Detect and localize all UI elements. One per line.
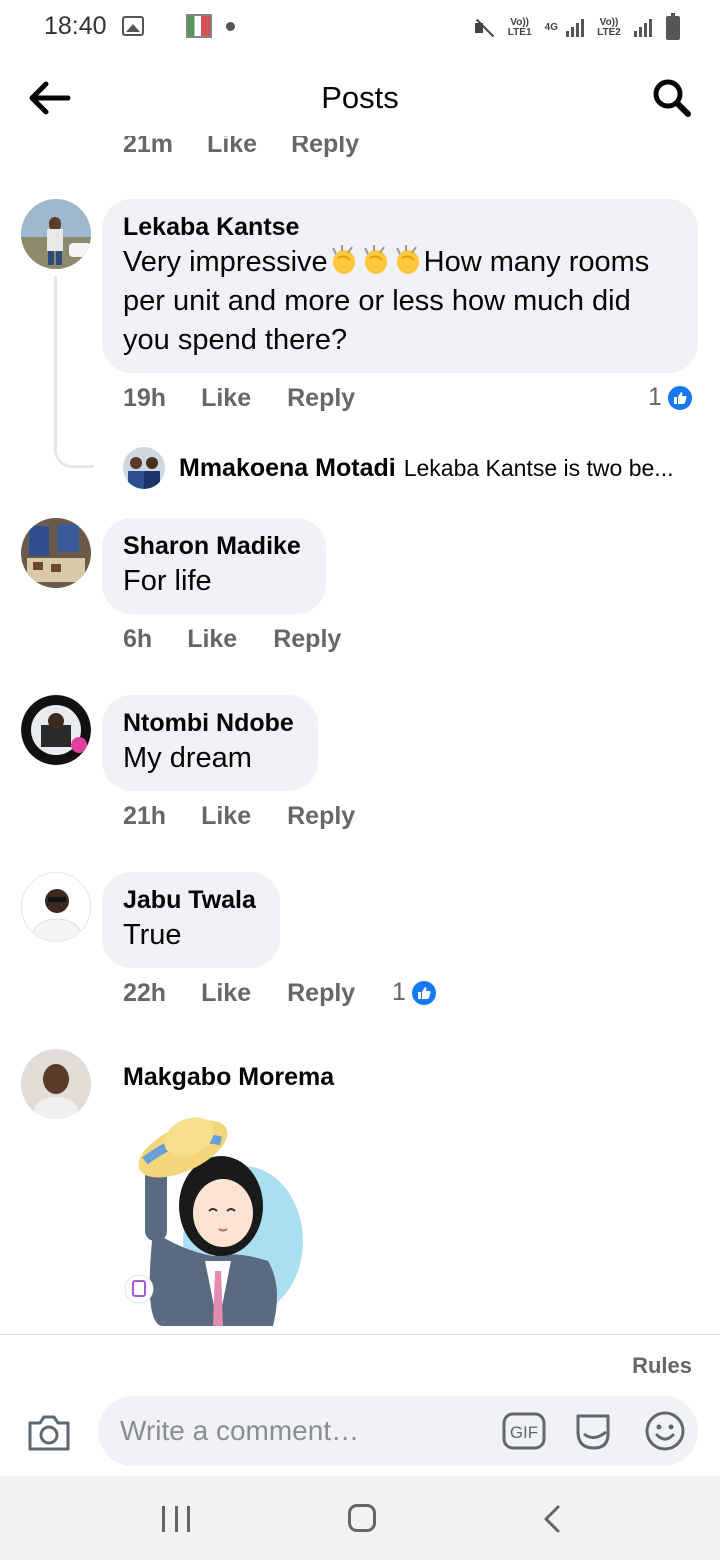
gallery-notification-icon [122,16,144,36]
sticker-icon [576,1414,610,1450]
gif-button[interactable]: GIF [502,1412,546,1450]
comment-author[interactable]: Sharon Madike [123,530,305,562]
comment-author[interactable]: Jabu Twala [123,884,259,916]
home-button[interactable] [348,1504,376,1532]
comment-input[interactable] [120,1396,480,1466]
like-button[interactable]: Like [201,384,251,413]
comment-text: Very impressive How many rooms per unit a… [123,243,677,360]
comment-time[interactable]: 21h [123,802,166,831]
reply-button[interactable]: Reply [291,136,359,159]
gif-label: GIF [510,1423,538,1442]
like-button[interactable]: Like [187,625,237,654]
smiley-icon [645,1411,685,1451]
like-button[interactable]: Like [201,802,251,831]
camera-icon [28,1415,70,1451]
rules-link[interactable]: Rules [632,1353,692,1379]
reply-text: Lekaba Kantse is two be... [403,454,674,481]
status-bar: 18:40 Vo)) LTE1 4G Vo)) LTE2 [0,0,720,56]
reaction-number: 1 [648,383,662,411]
avatar[interactable] [21,199,91,269]
back-nav-button[interactable] [540,1504,564,1534]
clapping-hands-icon [395,245,419,274]
comment-author[interactable]: Ntombi Ndobe [123,707,297,739]
comment-time[interactable]: 6h [123,625,152,654]
clapping-hands-icon [331,245,355,274]
signal-2-icon [634,19,652,37]
avatar[interactable] [21,1049,91,1119]
reply-button[interactable]: Reply [287,384,355,413]
signal-1-icon [566,19,584,37]
avatar[interactable] [21,518,91,588]
thumbs-up-icon [409,978,438,1007]
reply-author: Mmakoena Motadi [179,453,396,482]
reply-thread-line [54,276,94,468]
status-indicators: Vo)) LTE1 4G Vo)) LTE2 [473,13,680,42]
emoji-button[interactable] [644,1410,686,1452]
more-notifications-dot-icon [226,22,235,31]
recent-apps-button[interactable] [162,1506,190,1532]
comment-text: For life [123,565,212,597]
comment-time: 21m [123,136,174,158]
top-app-bar: Posts [0,60,720,136]
network-type-label: 4G [544,22,558,33]
reply-preview[interactable]: Mmakoena Motadi Lekaba Kantse is two be.… [123,447,673,489]
system-navigation-bar [0,1476,720,1560]
sticker-button[interactable] [572,1410,614,1452]
comment-time[interactable]: 19h [123,384,166,413]
search-icon [653,79,691,117]
comment-actions: 19h Like Reply [123,384,355,413]
search-button[interactable] [650,76,694,120]
reaction-count[interactable]: 1 [648,383,694,412]
comment-bubble[interactable]: Jabu Twala True [102,872,280,968]
reaction-number: 1 [392,978,406,1006]
comment-time[interactable]: 22h [123,979,166,1008]
comment-actions: 6h Like Reply [123,625,341,654]
reply-button[interactable]: Reply [273,625,341,654]
like-button[interactable]: Like [207,136,257,159]
avatar [123,447,165,489]
like-button[interactable]: Like [201,979,251,1008]
comment-bubble[interactable]: Ntombi Ndobe My dream [102,695,318,791]
comment-bubble[interactable]: Sharon Madike For life [102,518,326,614]
partial-comment-actions: 21m Like Reply [123,136,359,159]
battery-icon [666,13,680,40]
sticker-image[interactable] [123,1111,313,1326]
avatar[interactable] [21,695,91,765]
comment-composer: Rules GIF [0,1334,720,1476]
reply-button[interactable]: Reply [287,979,355,1008]
comment-author[interactable]: Lekaba Kantse [123,211,677,243]
gif-icon: GIF [502,1412,546,1450]
thumbs-up-icon [665,383,694,412]
reaction-count[interactable]: 1 [392,978,438,1007]
comment-text: My dream [123,742,252,774]
network-label-2: Vo)) LTE2 [597,17,621,38]
comment-field-container[interactable]: GIF [98,1396,698,1466]
chevron-left-icon [544,1505,560,1533]
mute-icon [473,17,495,39]
camera-button[interactable] [26,1413,72,1453]
comment-author[interactable]: Makgabo Morema [123,1061,334,1093]
comment-actions: 22h Like Reply [123,979,355,1008]
comment-text: True [123,919,182,951]
network-label-1: Vo)) LTE1 [507,17,532,38]
reply-button[interactable]: Reply [287,802,355,831]
comment-text-start: Very impressive [123,246,328,278]
avatar[interactable] [21,872,91,942]
app-notification-icon [186,14,212,38]
comment-bubble[interactable]: Lekaba Kantse Very impressive How many ro… [102,199,698,373]
page-title: Posts [321,80,399,115]
clapping-hands-icon [363,245,387,274]
comment-actions: 21h Like Reply [123,802,355,831]
comments-list[interactable]: 21m Like Reply Lekaba Kantse Very impres… [0,136,720,1334]
status-time: 18:40 [44,12,107,40]
